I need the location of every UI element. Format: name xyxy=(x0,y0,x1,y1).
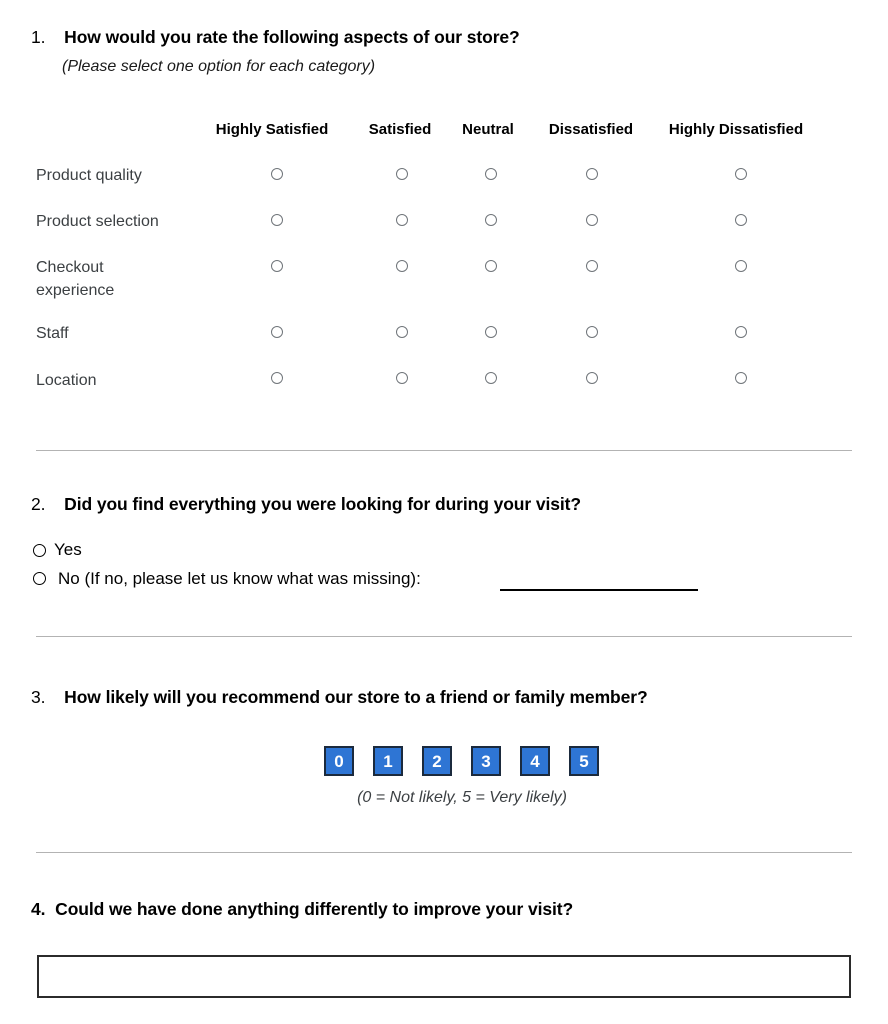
matrix-radio-location-highly-satisfied[interactable] xyxy=(271,372,283,384)
matrix-radio-product-quality-neutral[interactable] xyxy=(485,168,497,180)
matrix-row-label-checkout-experience: Checkout experience xyxy=(36,259,115,299)
question-2-radio-yes[interactable] xyxy=(33,544,46,557)
matrix-radio-checkout-experience-satisfied[interactable] xyxy=(396,260,408,272)
matrix-radio-staff-satisfied[interactable] xyxy=(396,326,408,338)
matrix-radio-product-quality-satisfied[interactable] xyxy=(396,168,408,180)
matrix-radio-product-quality-highly-satisfied[interactable] xyxy=(271,168,283,180)
question-1-number: 1. xyxy=(31,27,46,47)
matrix-row-label-location: Location xyxy=(36,372,97,389)
matrix-radio-staff-dissatisfied[interactable] xyxy=(586,326,598,338)
question-1-instruction: (Please select one option for each categ… xyxy=(62,58,376,75)
nps-scale-option-2[interactable]: 2 xyxy=(422,746,452,776)
question-3-number: 3. xyxy=(31,687,46,707)
question-2-radio-no[interactable] xyxy=(33,572,46,585)
matrix-radio-product-selection-satisfied[interactable] xyxy=(396,214,408,226)
nps-scale-caption: (0 = Not likely, 5 = Very likely) xyxy=(357,789,567,806)
matrix-radio-checkout-experience-highly-satisfied[interactable] xyxy=(271,260,283,272)
matrix-radio-product-selection-dissatisfied[interactable] xyxy=(586,214,598,226)
question-2-missing-input-line[interactable] xyxy=(500,589,698,591)
divider-3 xyxy=(36,852,852,853)
matrix-radio-location-satisfied[interactable] xyxy=(396,372,408,384)
matrix-radio-product-selection-highly-dissatisfied[interactable] xyxy=(735,214,747,226)
matrix-radio-checkout-experience-neutral[interactable] xyxy=(485,260,497,272)
matrix-column-header-highly-dissatisfied: Highly Dissatisfied xyxy=(668,121,804,138)
nps-scale-option-4[interactable]: 4 xyxy=(520,746,550,776)
question-1-text: How would you rate the following aspects… xyxy=(64,27,520,47)
matrix-column-header-dissatisfied: Dissatisfied xyxy=(548,121,634,138)
nps-scale-option-1[interactable]: 1 xyxy=(373,746,403,776)
matrix-radio-product-selection-highly-satisfied[interactable] xyxy=(271,214,283,226)
question-4-text: Could we have done anything differently … xyxy=(55,899,574,919)
divider-2 xyxy=(36,636,852,637)
question-1-heading: 1. How would you rate the following aspe… xyxy=(31,27,520,48)
question-2-heading: 2. Did you find everything you were look… xyxy=(31,494,581,515)
question-2-label-yes: Yes xyxy=(54,540,82,559)
matrix-row-label-product-selection: Product selection xyxy=(36,213,159,230)
question-4-heading: 4. Could we have done anything different… xyxy=(31,899,573,920)
question-3-text: How likely will you recommend our store … xyxy=(64,687,648,707)
question-4-number: 4. xyxy=(31,899,46,919)
matrix-column-header-highly-satisfied: Highly Satisfied xyxy=(215,121,329,138)
matrix-radio-location-highly-dissatisfied[interactable] xyxy=(735,372,747,384)
matrix-radio-checkout-experience-dissatisfied[interactable] xyxy=(586,260,598,272)
matrix-radio-staff-highly-satisfied[interactable] xyxy=(271,326,283,338)
matrix-radio-product-quality-dissatisfied[interactable] xyxy=(586,168,598,180)
matrix-radio-checkout-experience-highly-dissatisfied[interactable] xyxy=(735,260,747,272)
nps-scale-option-5[interactable]: 5 xyxy=(569,746,599,776)
matrix-radio-product-quality-highly-dissatisfied[interactable] xyxy=(735,168,747,180)
matrix-radio-staff-neutral[interactable] xyxy=(485,326,497,338)
nps-scale-option-3[interactable]: 3 xyxy=(471,746,501,776)
divider-1 xyxy=(36,450,852,451)
matrix-column-header-neutral: Neutral xyxy=(462,121,514,138)
matrix-radio-location-dissatisfied[interactable] xyxy=(586,372,598,384)
nps-scale-option-0[interactable]: 0 xyxy=(324,746,354,776)
matrix-radio-staff-highly-dissatisfied[interactable] xyxy=(735,326,747,338)
matrix-column-header-satisfied: Satisfied xyxy=(368,121,432,138)
matrix-row-label-staff: Staff xyxy=(36,325,69,342)
survey-form: 1. How would you rate the following aspe… xyxy=(0,0,888,1024)
question-4-answer-box[interactable] xyxy=(37,955,851,998)
question-2-number: 2. xyxy=(31,494,46,514)
question-3-heading: 3. How likely will you recommend our sto… xyxy=(31,687,648,708)
matrix-radio-location-neutral[interactable] xyxy=(485,372,497,384)
matrix-row-label-product-quality: Product quality xyxy=(36,167,142,184)
question-2-label-no: No (If no, please let us know what was m… xyxy=(58,569,421,588)
question-2-text: Did you find everything you were looking… xyxy=(64,494,581,514)
matrix-radio-product-selection-neutral[interactable] xyxy=(485,214,497,226)
